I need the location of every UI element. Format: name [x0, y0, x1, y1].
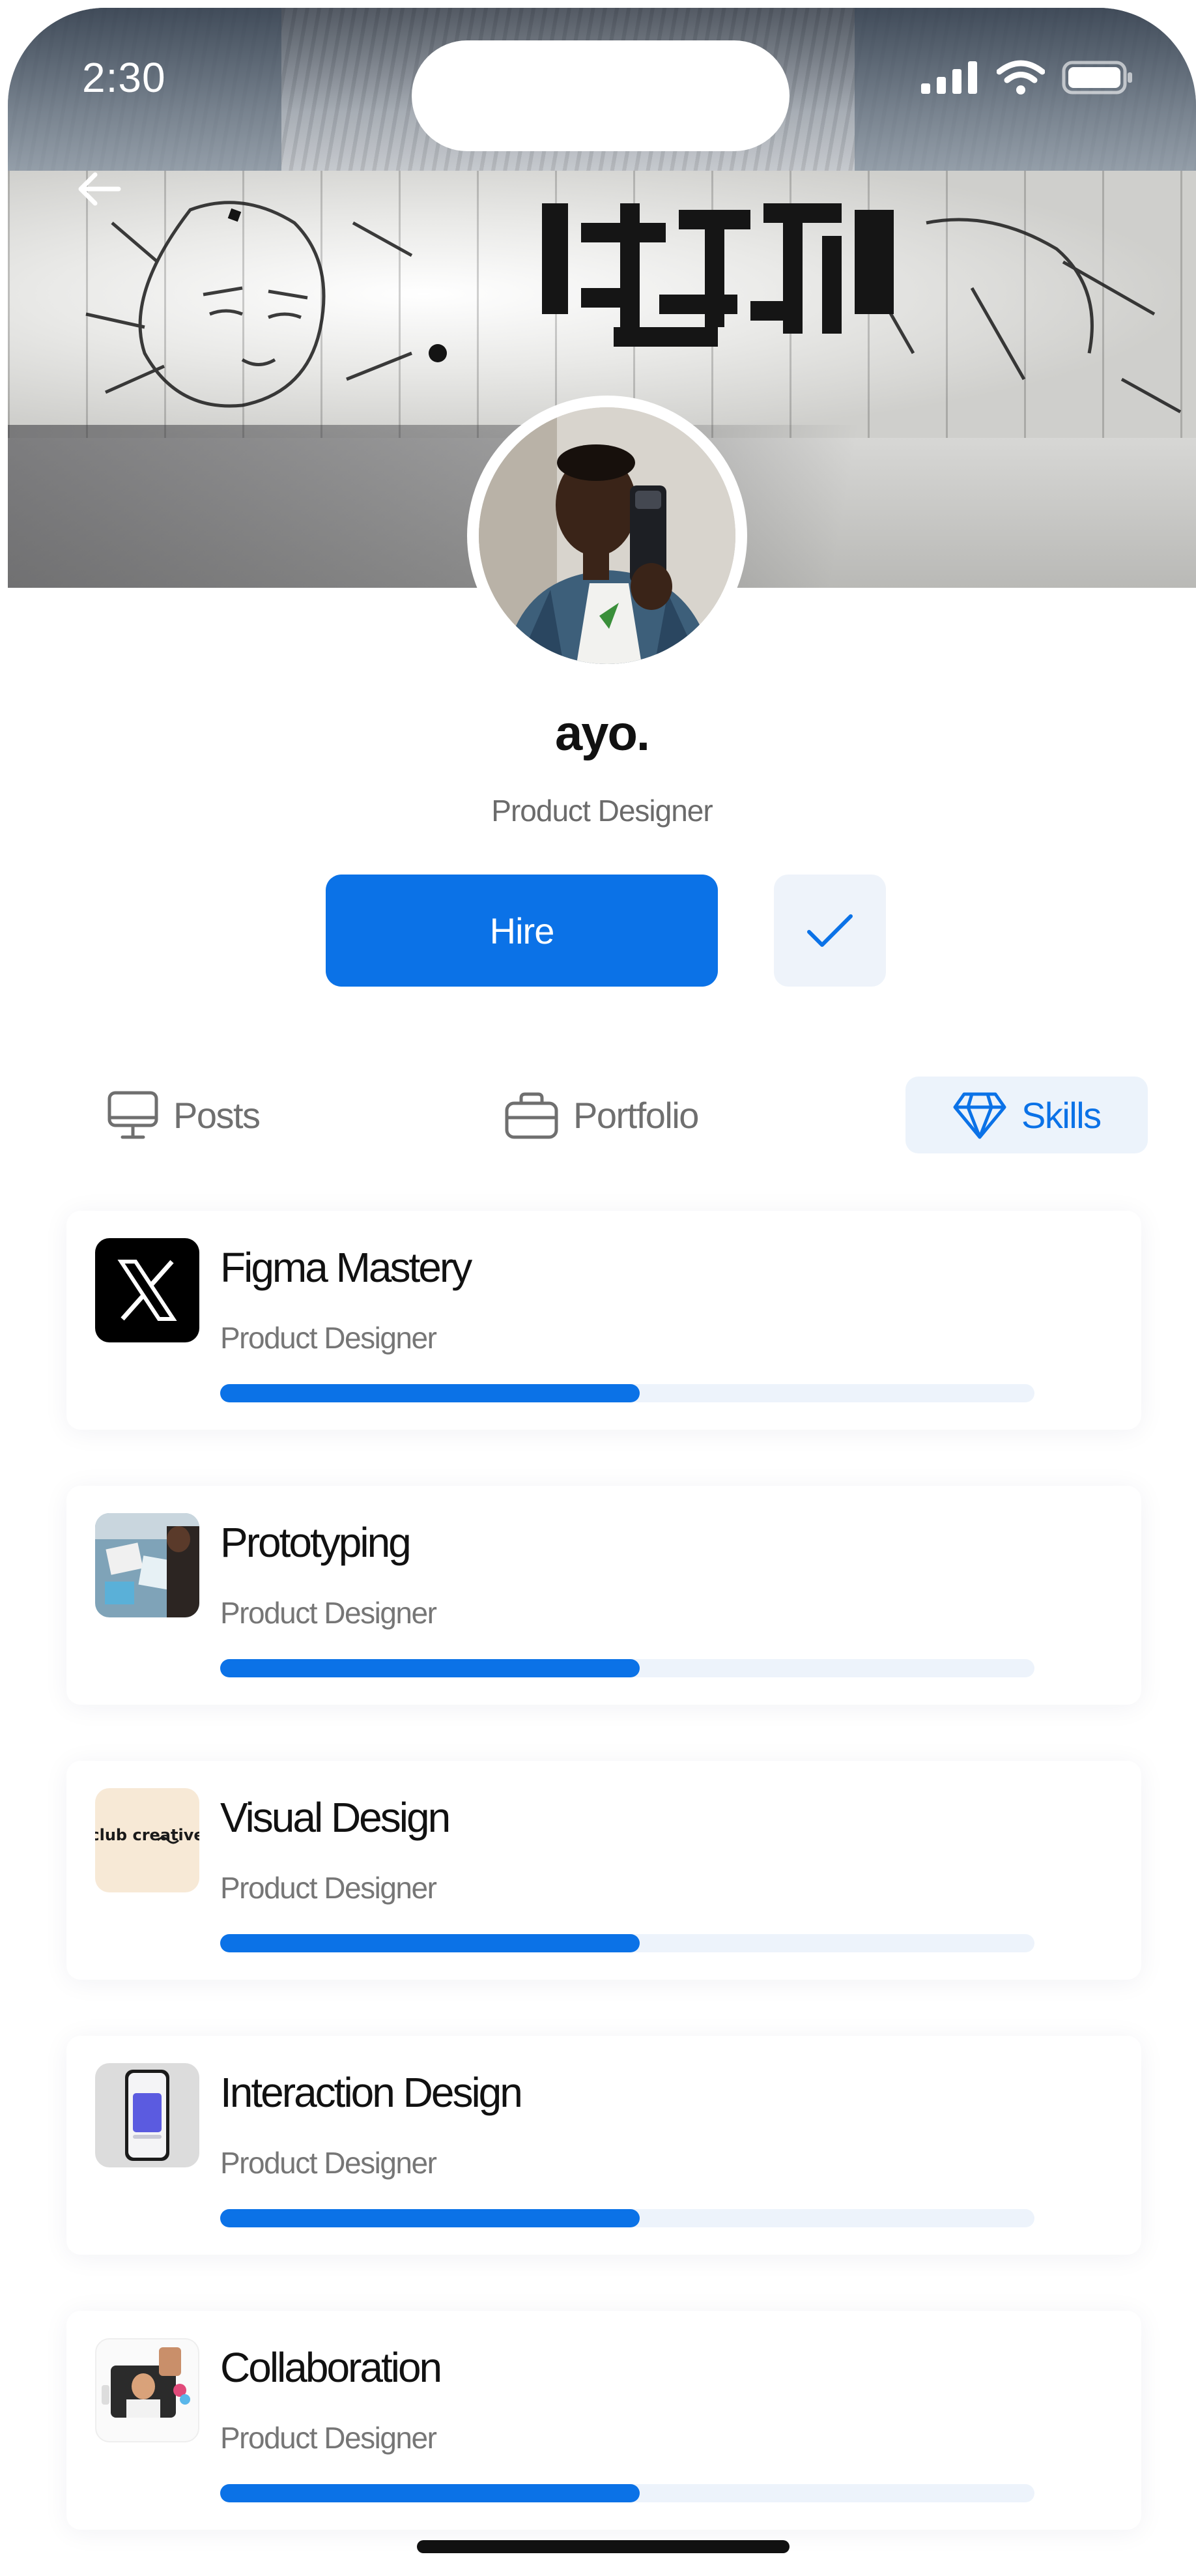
phone-mockup-photo	[95, 2063, 199, 2167]
tab-skills-label: Skills	[1021, 1094, 1102, 1136]
club-creative-logo: club creative	[95, 1788, 199, 1892]
signal-icon	[921, 61, 977, 94]
skill-subtitle: Product Designer	[220, 1596, 437, 1630]
skill-card[interactable]: club creative Visual Design Product Desi…	[66, 1761, 1141, 1980]
profile-role: Product Designer	[491, 794, 713, 828]
monitor-icon	[107, 1091, 158, 1139]
person-photo	[479, 407, 735, 664]
skill-card[interactable]: Prototyping Product Designer	[66, 1486, 1141, 1705]
skill-progress-fill	[220, 2209, 640, 2227]
skill-subtitle: Product Designer	[220, 2421, 437, 2455]
skill-card[interactable]: Interaction Design Product Designer	[66, 2036, 1141, 2255]
tab-portfolio[interactable]: Portfolio	[504, 1077, 699, 1153]
x-logo-icon	[95, 1238, 199, 1342]
skill-progress-fill	[220, 1384, 640, 1402]
home-indicator[interactable]	[417, 2540, 790, 2553]
skill-progress-bar	[220, 1659, 1034, 1677]
diamond-icon	[953, 1092, 1006, 1139]
skill-title: Visual Design	[220, 1794, 451, 1841]
avatar-photo	[479, 407, 735, 664]
skill-subtitle: Product Designer	[220, 2146, 437, 2180]
back-arrow-icon[interactable]	[76, 169, 121, 209]
dynamic-island	[412, 40, 790, 151]
skill-progress-bar	[220, 2484, 1034, 2502]
skill-progress-fill	[220, 2484, 640, 2502]
skill-progress-bar	[220, 1384, 1034, 1402]
tab-posts-label: Posts	[173, 1094, 261, 1136]
skill-subtitle: Product Designer	[220, 1321, 437, 1355]
follow-check-button[interactable]	[774, 875, 886, 987]
avatar[interactable]	[467, 396, 747, 676]
tab-posts[interactable]: Posts	[107, 1077, 261, 1153]
check-icon	[807, 914, 853, 947]
profile-name: ayo.	[554, 706, 650, 761]
battery-icon	[1062, 61, 1132, 94]
skill-subtitle: Product Designer	[220, 1871, 437, 1905]
phone-screen: 2:30 ayo. Product Designer Hire Posts Po…	[8, 8, 1196, 2576]
tab-skills[interactable]: Skills	[905, 1077, 1148, 1153]
skill-progress-fill	[220, 1659, 640, 1677]
skill-title: Prototyping	[220, 1519, 412, 1566]
skill-title: Collaboration	[220, 2344, 442, 2391]
prototyping-photo	[95, 1513, 199, 1617]
skill-title: Interaction Design	[220, 2069, 523, 2116]
wifi-icon	[997, 60, 1045, 94]
status-icons	[921, 60, 1133, 95]
skill-progress-fill	[220, 1934, 640, 1952]
briefcase-icon	[505, 1092, 558, 1139]
tab-portfolio-label: Portfolio	[573, 1094, 699, 1136]
skill-progress-bar	[220, 2209, 1034, 2227]
skill-card[interactable]: Collaboration Product Designer	[66, 2311, 1141, 2530]
hire-button[interactable]: Hire	[326, 875, 718, 987]
skill-progress-bar	[220, 1934, 1034, 1952]
status-time: 2:30	[82, 54, 166, 101]
skill-title: Figma Mastery	[220, 1244, 472, 1291]
skill-card[interactable]: Figma Mastery Product Designer	[66, 1211, 1141, 1430]
club-creative-logo-text: club creative	[95, 1826, 199, 1844]
video-call-photo	[95, 2338, 199, 2442]
profile-tabs: Posts Portfolio Skills	[8, 1077, 1196, 1153]
